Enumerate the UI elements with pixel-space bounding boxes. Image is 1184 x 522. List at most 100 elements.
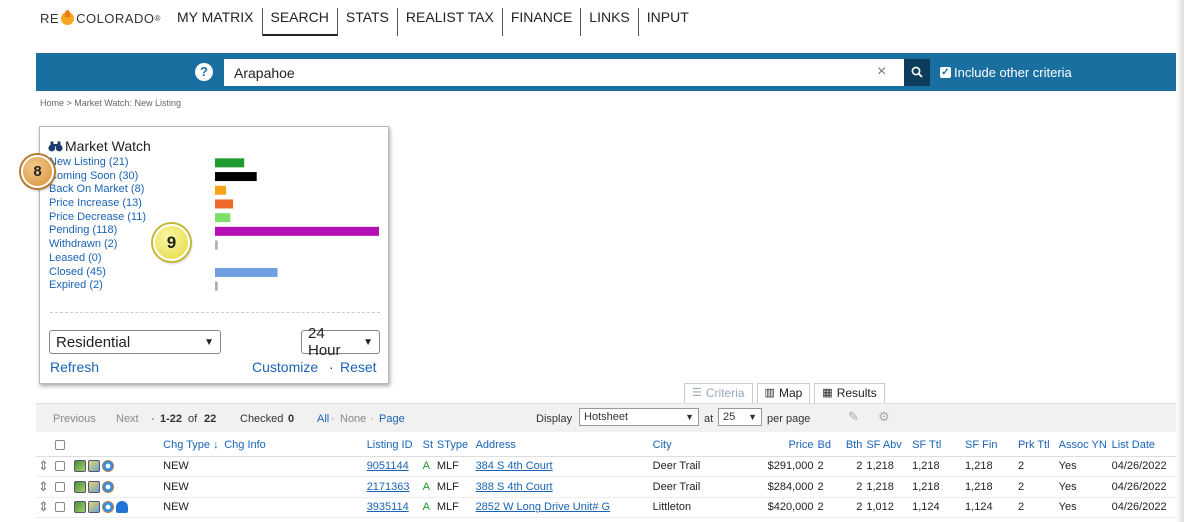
previous-link[interactable]: Previous: [53, 413, 96, 425]
header-chg-info[interactable]: Chg Info: [222, 435, 365, 457]
cell-address[interactable]: 388 S 4th Court: [473, 476, 651, 498]
header-st[interactable]: St: [420, 435, 435, 457]
customize-link[interactable]: Customize: [252, 359, 318, 375]
chevron-down-icon: ▼: [685, 412, 694, 422]
include-other-criteria-label: Include other criteria: [954, 65, 1072, 80]
display-label: Display: [536, 413, 573, 425]
help-icon[interactable]: ?: [195, 63, 213, 81]
display-select[interactable]: Hotsheet ▼: [579, 408, 699, 426]
history-icon[interactable]: [101, 480, 114, 493]
select-none-link[interactable]: None: [340, 413, 366, 425]
header-stype[interactable]: SType: [434, 435, 474, 457]
search-input[interactable]: [224, 59, 904, 86]
property-type-select[interactable]: Residential ▼: [49, 330, 221, 354]
nav-my-matrix[interactable]: MY MATRIX: [177, 8, 263, 36]
header-sf-abv[interactable]: SF Abv: [864, 435, 911, 457]
nav-search[interactable]: SEARCH: [262, 8, 338, 36]
header-listing-id[interactable]: Listing ID: [364, 435, 421, 457]
cell-listing-id[interactable]: 3935114: [364, 497, 421, 518]
map-icon: ▥: [764, 387, 775, 399]
search-button[interactable]: [904, 59, 930, 86]
header-city[interactable]: City: [650, 435, 735, 457]
header-sf-fin[interactable]: SF Fin: [963, 435, 1016, 457]
table-row[interactable]: ⇕ NEW 2171363 A MLF 388 S 4th Court Deer…: [36, 476, 1184, 498]
select-all-link[interactable]: All: [317, 413, 329, 425]
market-watch-title: Market Watch: [48, 138, 151, 154]
history-icon[interactable]: [101, 460, 114, 473]
table-row[interactable]: ⇕ NEW 3935114 A MLF 2852 W Long Drive Un…: [36, 497, 1184, 518]
mw-item-expired[interactable]: Expired (2): [49, 279, 146, 293]
header-bth[interactable]: Bth: [835, 435, 865, 457]
mw-bar-2: [215, 185, 227, 195]
header-list-date[interactable]: List Date: [1109, 435, 1184, 457]
select-page-link[interactable]: Page: [379, 413, 405, 425]
mw-item-closed[interactable]: Closed (45): [49, 266, 146, 280]
map-icon[interactable]: [87, 501, 100, 514]
mw-item-new-listing[interactable]: New Listing (21): [49, 156, 146, 170]
agent-icon[interactable]: [115, 501, 128, 514]
mw-item-leased[interactable]: Leased (0): [49, 252, 146, 266]
tab-map[interactable]: ▥ Map: [756, 383, 811, 403]
row-checkbox[interactable]: [55, 502, 66, 513]
tab-results[interactable]: ▦ Results: [814, 383, 885, 403]
header-assoc-yn[interactable]: Assoc YN: [1056, 435, 1110, 457]
per-page-select[interactable]: 25 ▼: [718, 408, 762, 426]
mw-item-coming-soon[interactable]: Coming Soon (30): [49, 170, 146, 184]
nav-links[interactable]: LINKS: [581, 8, 639, 36]
history-icon[interactable]: [101, 501, 114, 514]
timeframe-select[interactable]: 24 Hour ▼: [301, 325, 380, 359]
header-prk-ttl[interactable]: Prk Ttl: [1015, 435, 1057, 457]
header-chg-type[interactable]: Chg Type ↓: [161, 435, 223, 457]
cell-listing-id[interactable]: 9051144: [364, 456, 421, 477]
photo-icon[interactable]: [73, 501, 86, 514]
include-other-criteria-checkbox[interactable]: ✓: [940, 67, 951, 78]
callout-badge-8: 8: [21, 155, 54, 188]
cell-sf-abv: 1,218: [864, 476, 911, 498]
header-bd[interactable]: Bd: [815, 435, 836, 457]
mw-item-pending[interactable]: Pending (118): [49, 224, 146, 238]
header-price[interactable]: Price: [734, 435, 816, 457]
edit-icon[interactable]: ✎: [848, 409, 859, 425]
header-address[interactable]: Address: [473, 435, 651, 457]
reset-link[interactable]: Reset: [340, 359, 377, 375]
nav-input[interactable]: INPUT: [639, 8, 697, 36]
header-sf-ttl[interactable]: SF Ttl: [910, 435, 964, 457]
cell-stype: MLF: [434, 456, 474, 477]
gear-icon[interactable]: ⚙: [878, 409, 890, 425]
mw-item-back-on-market[interactable]: Back On Market (8): [49, 183, 146, 197]
map-icon[interactable]: [87, 480, 100, 493]
table-header-row: Chg Type ↓ Chg Info Listing ID St SType …: [36, 435, 1184, 457]
results-table: Chg Type ↓ Chg Info Listing ID St SType …: [36, 435, 1184, 518]
mw-item-price-increase[interactable]: Price Increase (13): [49, 197, 146, 211]
refresh-link[interactable]: Refresh: [50, 359, 99, 375]
nav-realist-tax[interactable]: REALIST TAX: [398, 8, 503, 36]
next-link[interactable]: Next: [116, 413, 139, 425]
select-all-checkbox[interactable]: [55, 440, 66, 451]
cell-list-date: 04/26/2022: [1109, 456, 1184, 477]
drag-handle-icon[interactable]: ⇕: [38, 479, 49, 494]
cell-listing-id[interactable]: 2171363: [364, 476, 421, 498]
photo-icon[interactable]: [73, 480, 86, 493]
cell-chg-type: NEW: [161, 456, 223, 477]
clear-search-icon[interactable]: ×: [877, 64, 886, 80]
mw-item-withdrawn[interactable]: Withdrawn (2): [49, 238, 146, 252]
table-row[interactable]: ⇕ NEW 9051144 A MLF 384 S 4th Court Deer…: [36, 456, 1184, 477]
drag-handle-icon[interactable]: ⇕: [38, 499, 49, 514]
row-checkbox[interactable]: [55, 481, 66, 492]
select-sep-2: ·: [370, 413, 374, 425]
recolorado-logo[interactable]: RE COLORADO ®: [40, 10, 161, 26]
row-checkbox[interactable]: [55, 461, 66, 472]
drag-handle-icon[interactable]: ⇕: [38, 458, 49, 473]
market-watch-panel: Market Watch New Listing (21) Coming Soo…: [39, 126, 389, 384]
sliders-icon: ☰: [692, 387, 702, 399]
header-drag: [36, 435, 54, 457]
cell-address[interactable]: 2852 W Long Drive Unit# G: [473, 497, 651, 518]
mw-item-price-decrease[interactable]: Price Decrease (11): [49, 211, 146, 225]
tab-criteria[interactable]: ☰ Criteria: [684, 383, 753, 403]
map-icon[interactable]: [87, 460, 100, 473]
photo-icon[interactable]: [73, 460, 86, 473]
market-watch-list: New Listing (21) Coming Soon (30) Back O…: [49, 156, 146, 293]
nav-finance[interactable]: FINANCE: [503, 8, 582, 36]
cell-address[interactable]: 384 S 4th Court: [473, 456, 651, 477]
nav-stats[interactable]: STATS: [338, 8, 398, 36]
